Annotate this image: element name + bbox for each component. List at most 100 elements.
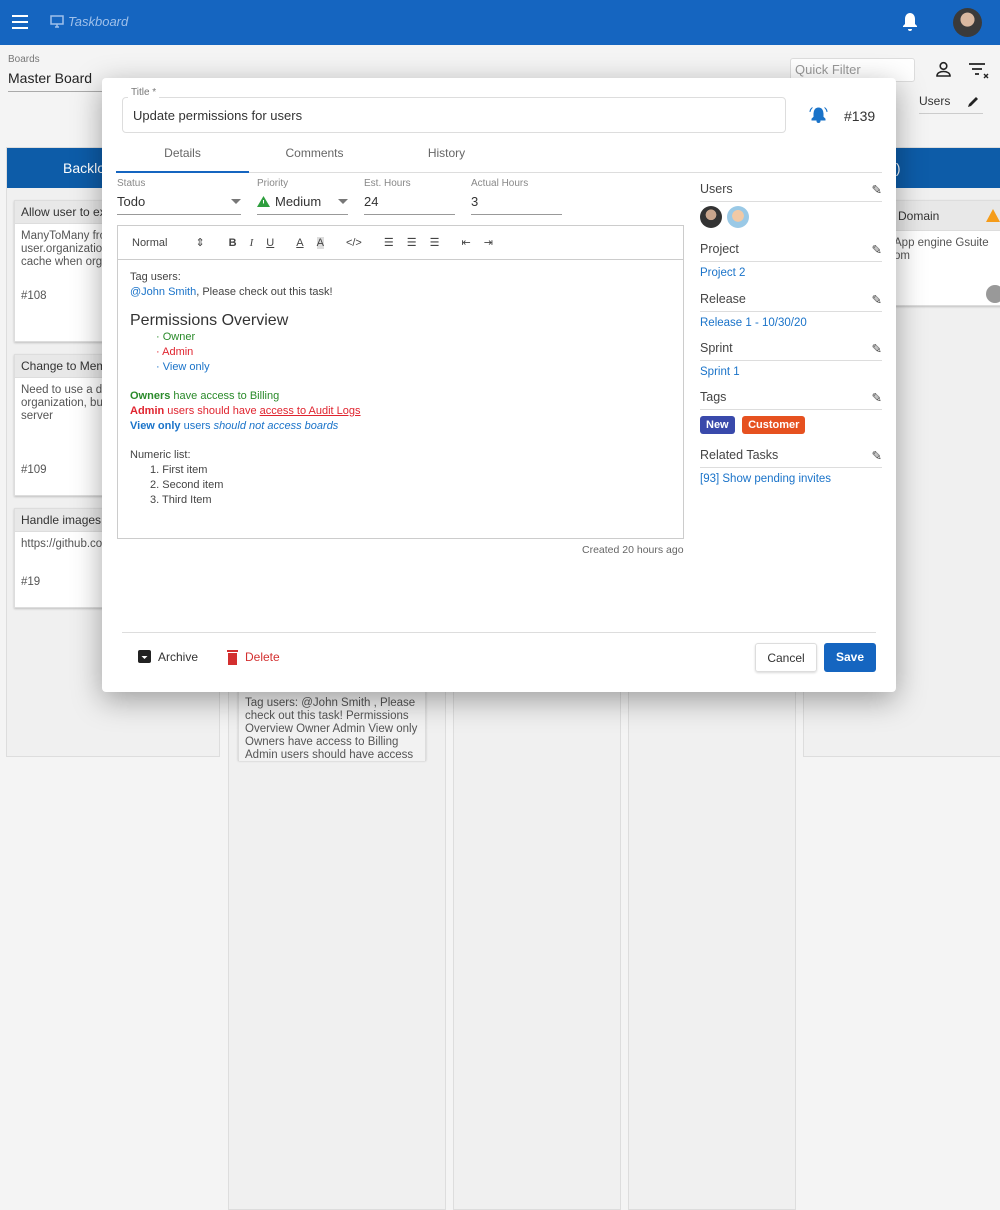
chevron-down-icon [231, 199, 241, 204]
tags-section: Tags ✎ New Customer [700, 390, 882, 434]
app-logo[interactable]: Taskboard [50, 14, 128, 29]
format-select[interactable]: Normal [132, 237, 167, 249]
project-label: Project [700, 242, 739, 256]
edit-icon[interactable]: ✎ [872, 182, 882, 197]
user-avatar[interactable] [953, 8, 982, 37]
person-icon[interactable] [935, 61, 952, 78]
edit-icon[interactable]: ✎ [872, 292, 882, 307]
alarm-bell-icon[interactable] [809, 106, 828, 124]
trash-icon [227, 650, 238, 665]
priority-label: Priority [257, 178, 289, 189]
chevron-down-icon [338, 199, 348, 204]
warning-icon [986, 209, 1000, 222]
background-color-icon[interactable]: A [316, 236, 324, 249]
release-section: Release ✎ Release 1 - 10/30/20 [700, 292, 882, 329]
edit-icon[interactable]: ✎ [872, 341, 882, 356]
indent-icon[interactable]: ⇥ [484, 236, 493, 249]
edit-icon[interactable]: ✎ [872, 242, 882, 257]
title-input[interactable]: Update permissions for users [122, 97, 786, 133]
project-section: Project ✎ Project 2 [700, 242, 882, 279]
cancel-button[interactable]: Cancel [755, 643, 817, 672]
text-line: Admin users should have access to Audit … [130, 405, 361, 417]
related-task-link[interactable]: [93] Show pending invites [700, 473, 882, 485]
align-icon[interactable]: ☰ [430, 236, 440, 249]
related-tasks-section: Related Tasks ✎ [93] Show pending invites [700, 448, 882, 485]
related-tasks-label: Related Tasks [700, 448, 779, 462]
sprint-link[interactable]: Sprint 1 [700, 366, 882, 378]
text-line: Owners have access to Billing [130, 390, 280, 402]
monitor-icon [50, 15, 64, 28]
editor-content[interactable]: Tag users: @John Smith, Please check out… [118, 260, 683, 518]
status-select[interactable]: Status Todo [117, 178, 241, 215]
est-hours-label: Est. Hours [364, 178, 411, 189]
numbered-item: 3. Third Item [150, 494, 212, 506]
card-body: Tag users: @John Smith , Please check ou… [239, 691, 425, 761]
italic-icon[interactable]: I [250, 237, 254, 249]
tab-comments[interactable]: Comments [248, 146, 381, 173]
project-link[interactable]: Project 2 [700, 267, 882, 279]
actual-hours-label: Actual Hours [471, 178, 529, 189]
tags-label: Tags [700, 390, 727, 404]
code-icon[interactable]: </> [346, 237, 362, 249]
ordered-list-icon[interactable]: ☰ [384, 236, 394, 249]
bullet-list-icon[interactable]: ☰ [407, 236, 417, 249]
archive-label: Archive [158, 649, 199, 664]
priority-value: Medium [275, 194, 322, 209]
outdent-icon[interactable]: ⇤ [461, 236, 470, 249]
task-number: #139 [844, 108, 876, 124]
title-label: Title * [128, 87, 160, 98]
text-line: Numeric list: [130, 449, 191, 461]
user-mention[interactable]: @John Smith [130, 286, 196, 298]
description-editor[interactable]: Normal ⇕ B I U A A </> ☰ ☰ ☰ ⇤ ⇥ Tag use… [117, 225, 684, 539]
text-line: View only users should not access boards [130, 420, 339, 432]
format-select-arrows-icon[interactable]: ⇕ [195, 236, 204, 249]
delete-button[interactable]: Delete [226, 649, 280, 665]
priority-medium-icon [257, 196, 270, 207]
sprint-label: Sprint [700, 341, 733, 355]
numbered-item: 2. Second item [150, 479, 224, 491]
delete-label: Delete [245, 650, 280, 664]
edit-icon[interactable] [967, 95, 980, 108]
menu-icon[interactable] [12, 15, 28, 33]
numbered-item: 1. First item [150, 464, 208, 476]
actual-hours-input[interactable]: Actual Hours 3 [471, 178, 562, 215]
underline-icon[interactable]: U [266, 237, 274, 249]
bullet-item: · View only [156, 361, 210, 373]
actual-hours-value: 3 [471, 194, 479, 209]
tag-customer[interactable]: Customer [742, 416, 806, 434]
est-hours-value: 24 [364, 194, 379, 209]
text-line: , Please check out this task! [196, 286, 333, 298]
notifications-icon[interactable] [901, 12, 919, 32]
card-avatar [986, 285, 1000, 303]
tag-new[interactable]: New [700, 416, 735, 434]
users-section: Users ✎ [700, 182, 882, 228]
priority-select[interactable]: Priority Medium [257, 178, 348, 215]
users-label: Users [700, 182, 733, 196]
save-button[interactable]: Save [824, 643, 876, 672]
user-avatar[interactable] [700, 206, 722, 228]
edit-icon[interactable]: ✎ [872, 448, 882, 463]
tab-bar: Details Comments History [116, 140, 882, 173]
sprint-section: Sprint ✎ Sprint 1 [700, 341, 882, 378]
user-avatar[interactable] [727, 206, 749, 228]
archive-icon [138, 650, 151, 663]
task-modal: Update permissions for users Title * #13… [102, 78, 896, 692]
est-hours-input[interactable]: Est. Hours 24 [364, 178, 455, 215]
app-name: Taskboard [68, 14, 129, 29]
editor-toolbar: Normal ⇕ B I U A A </> ☰ ☰ ☰ ⇤ ⇥ [118, 226, 683, 260]
task-card[interactable]: Tag users: @John Smith , Please check ou… [238, 690, 426, 761]
archive-button[interactable]: Archive [137, 649, 198, 664]
tab-details[interactable]: Details [116, 146, 249, 173]
content-heading: Permissions Overview [130, 312, 289, 329]
release-link[interactable]: Release 1 - 10/30/20 [700, 317, 882, 329]
text-color-icon[interactable]: A [296, 237, 303, 249]
status-value: Todo [117, 194, 146, 209]
tab-history[interactable]: History [380, 146, 513, 173]
clear-filter-icon[interactable] [968, 62, 990, 80]
bullet-item: · Owner [156, 331, 196, 343]
boards-label: Boards [8, 54, 40, 65]
edit-icon[interactable]: ✎ [872, 390, 882, 405]
bullet-item: · Admin [156, 346, 194, 358]
bold-icon[interactable]: B [229, 237, 237, 249]
status-label: Status [117, 178, 146, 189]
